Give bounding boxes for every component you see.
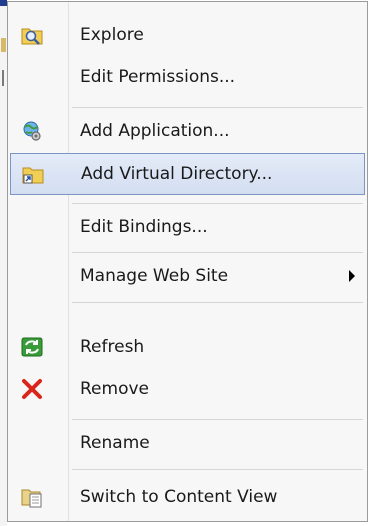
menu-separator (72, 252, 363, 253)
folder-link-icon (21, 163, 45, 185)
menu-item-refresh[interactable]: Refresh (10, 326, 365, 368)
menu-item-edit-permissions[interactable]: Edit Permissions... (10, 56, 365, 98)
menu-separator (72, 419, 363, 420)
menu-item-label: Manage Web Site (80, 266, 229, 286)
background-titlebar-fragment (0, 0, 7, 6)
menu-item-switch-to-content-view[interactable]: Switch to Content View (10, 476, 365, 518)
menu-item-label: Rename (80, 433, 150, 453)
menu-separator (72, 302, 363, 303)
menu-item-rename[interactable]: Rename (10, 422, 365, 464)
context-menu: Explore Edit Permissions... Add Applicat… (7, 1, 368, 522)
menu-separator (72, 203, 363, 204)
menu-separator (72, 469, 363, 470)
menu-item-label: Remove (80, 379, 149, 399)
globe-gear-icon (20, 120, 44, 142)
menu-item-edit-bindings[interactable]: Edit Bindings... (10, 206, 365, 248)
background-text-fragment (2, 70, 4, 86)
menu-item-label: Add Application... (80, 121, 230, 141)
submenu-arrow-icon (349, 270, 355, 282)
menu-separator (72, 107, 363, 108)
menu-item-explore[interactable]: Explore (10, 14, 365, 56)
menu-item-label: Explore (80, 25, 144, 45)
red-x-icon (20, 378, 44, 400)
content-view-icon (20, 486, 44, 508)
menu-item-label: Edit Bindings... (80, 217, 208, 237)
menu-item-manage-web-site[interactable]: Manage Web Site (10, 255, 365, 297)
background-folder-fragment (1, 38, 6, 52)
menu-item-label: Edit Permissions... (80, 67, 236, 87)
background-window-edge (0, 0, 7, 526)
refresh-icon (20, 336, 44, 358)
folder-search-icon (20, 24, 44, 46)
menu-item-remove[interactable]: Remove (10, 368, 365, 410)
menu-item-add-application[interactable]: Add Application... (10, 110, 365, 152)
menu-item-label: Switch to Content View (80, 487, 278, 507)
menu-item-add-virtual-directory[interactable]: Add Virtual Directory... (10, 153, 365, 195)
menu-item-label: Refresh (80, 337, 145, 357)
menu-item-label: Add Virtual Directory... (81, 164, 273, 184)
